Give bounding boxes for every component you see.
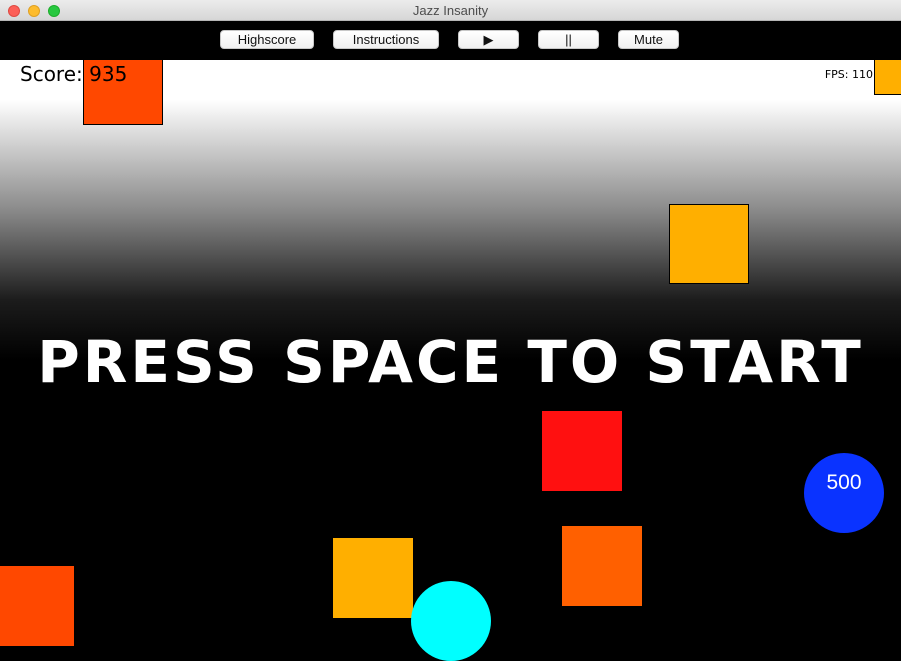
game-canvas[interactable]: Score: 935 FPS: 110 PRESS SPACE TO START… [0,60,901,661]
game-window: Jazz Insanity Highscore Instructions ▶ |… [0,0,901,661]
score-display: Score: 935 [20,62,127,86]
falling-square-amber [874,60,901,95]
title-bar: Jazz Insanity [0,0,901,21]
fps-counter: FPS: 110 [824,68,873,81]
start-prompt: PRESS SPACE TO START [37,328,864,396]
falling-square-red [542,411,622,491]
falling-square-orange-red [0,566,74,646]
instructions-button[interactable]: Instructions [333,30,439,49]
toolbar: Highscore Instructions ▶ || Mute [0,21,901,60]
falling-square-amber [333,538,413,618]
score-value: 935 [89,62,128,86]
score-label: Score: [20,62,83,86]
play-button[interactable]: ▶ [458,30,519,49]
player-ball [411,581,491,661]
bonus-circle: 500 [804,453,884,533]
bonus-value: 500 [826,471,862,494]
mute-button[interactable]: Mute [618,30,679,49]
window-title: Jazz Insanity [412,3,489,18]
highscore-button[interactable]: Highscore [220,30,314,49]
falling-square-dark-orange [562,526,642,606]
falling-square-amber [669,204,749,284]
pause-button[interactable]: || [538,30,599,49]
